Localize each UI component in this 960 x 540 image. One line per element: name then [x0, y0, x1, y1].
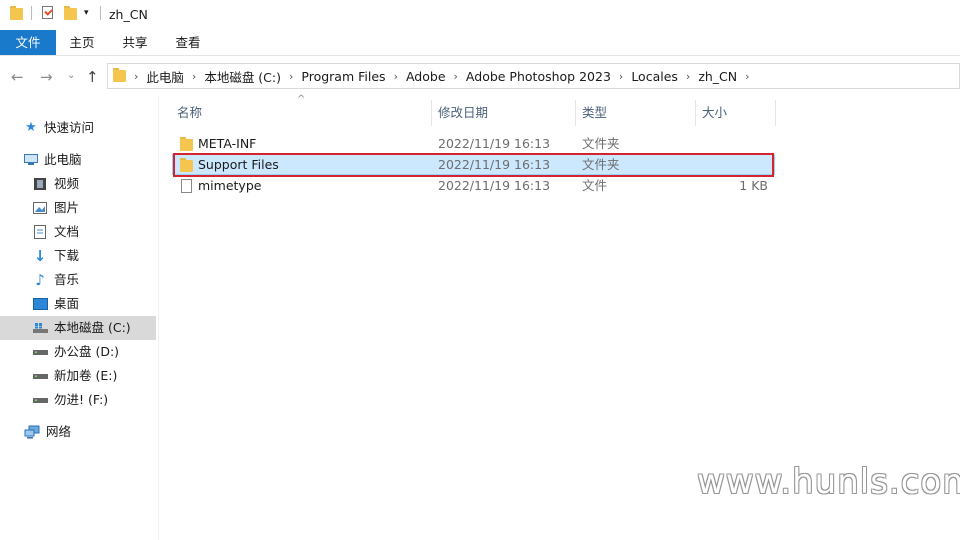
sidebar-item-drive-d[interactable]: 办公盘 (D:): [32, 340, 119, 364]
folder-icon: [113, 67, 126, 85]
column-divider[interactable]: [775, 100, 776, 126]
file-type: 文件夹: [582, 157, 620, 172]
chevron-right-icon[interactable]: ›: [745, 70, 749, 83]
sidebar-item-documents[interactable]: 文档: [32, 220, 79, 244]
column-header-size[interactable]: 大小: [696, 96, 775, 128]
file-row-mimetype[interactable]: mimetype 2022/11/19 16:13 文件 1 KB: [172, 175, 775, 196]
sidebar-item-drive-e[interactable]: 新加卷 (E:): [32, 364, 117, 388]
system-drive-icon: [32, 320, 48, 336]
breadcrumb-photoshop[interactable]: Adobe Photoshop 2023: [466, 69, 611, 84]
breadcrumb-program-files[interactable]: Program Files: [301, 69, 385, 84]
recent-locations-chevron-icon[interactable]: ⌄: [67, 70, 75, 81]
file-size: 1 KB: [739, 178, 768, 193]
sidebar-item-label: 办公盘 (D:): [54, 344, 120, 359]
drive-icon: [32, 368, 48, 384]
download-arrow-icon: ↓: [33, 247, 47, 265]
sidebar-item-label: 新加卷 (E:): [54, 368, 118, 383]
chevron-right-icon[interactable]: ›: [619, 70, 623, 83]
separator: [100, 6, 101, 20]
separator: [31, 6, 32, 20]
customize-toolbar-icon[interactable]: ▾: [84, 8, 89, 18]
navigation-pane: ★ 快速访问 此电脑 视频 图片 文档 ↓ 下载 ♪ 音乐 桌面 本地磁盘 (C…: [0, 96, 159, 540]
sidebar-item-network[interactable]: 网络: [24, 420, 71, 444]
sidebar-item-this-pc[interactable]: 此电脑: [24, 148, 82, 172]
chevron-right-icon[interactable]: ›: [454, 70, 458, 83]
sidebar-item-label: 勿进! (F:): [54, 392, 109, 407]
breadcrumb-local-disk[interactable]: 本地磁盘 (C:): [204, 67, 281, 86]
properties-icon[interactable]: [42, 6, 53, 19]
breadcrumb-locales[interactable]: Locales: [631, 69, 678, 84]
column-header-row: ^ 名称 修改日期 类型 大小: [158, 94, 960, 128]
sidebar-item-label: 网络: [46, 424, 72, 439]
address-bar[interactable]: › 此电脑 › 本地磁盘 (C:) › Program Files › Adob…: [107, 63, 960, 89]
sidebar-item-label: 桌面: [54, 296, 80, 311]
chevron-right-icon[interactable]: ›: [134, 70, 138, 83]
breadcrumb-zh-cn[interactable]: zh_CN: [698, 69, 737, 84]
sidebar-item-label: 此电脑: [44, 152, 82, 167]
new-folder-icon[interactable]: [64, 6, 77, 20]
tab-view[interactable]: 查看: [168, 30, 208, 55]
sidebar-item-music[interactable]: ♪ 音乐: [32, 268, 79, 292]
document-icon: [32, 224, 48, 240]
tab-file[interactable]: 文件: [0, 30, 56, 55]
column-header-name[interactable]: 名称: [171, 96, 431, 128]
sidebar-item-videos[interactable]: 视频: [32, 172, 79, 196]
desktop-icon: [32, 296, 48, 312]
film-icon: [32, 176, 48, 192]
sidebar-item-label: 视频: [54, 176, 80, 191]
window-title: zh_CN: [109, 7, 148, 22]
drive-icon: [32, 344, 48, 360]
sidebar-item-label: 文档: [54, 224, 80, 239]
file-date: 2022/11/19 16:13: [438, 157, 551, 172]
tab-home[interactable]: 主页: [62, 30, 102, 55]
file-name: mimetype: [198, 178, 262, 193]
file-row-meta-inf[interactable]: META-INF 2022/11/19 16:13 文件夹: [172, 133, 775, 154]
file-name: Support Files: [198, 157, 279, 172]
watermark: www.hunls.com: [697, 462, 960, 502]
sidebar-item-pictures[interactable]: 图片: [32, 196, 79, 220]
title-bar: ▾ zh_CN: [0, 0, 960, 30]
star-icon: ★: [25, 120, 37, 135]
sidebar-item-local-disk-c[interactable]: 本地磁盘 (C:): [0, 316, 156, 340]
forward-arrow-icon[interactable]: →: [40, 68, 53, 86]
picture-icon: [32, 200, 48, 216]
sidebar-item-desktop[interactable]: 桌面: [32, 292, 79, 316]
file-date: 2022/11/19 16:13: [438, 178, 551, 193]
file-type: 文件: [582, 178, 608, 193]
sidebar-item-label: 下载: [54, 248, 80, 263]
chevron-right-icon[interactable]: ›: [289, 70, 293, 83]
sidebar-item-label: 图片: [54, 200, 80, 215]
up-arrow-icon[interactable]: ↑: [86, 68, 99, 86]
file-name: META-INF: [198, 136, 257, 151]
music-note-icon: ♪: [35, 271, 45, 289]
column-header-date[interactable]: 修改日期: [432, 96, 575, 128]
breadcrumb-adobe[interactable]: Adobe: [406, 69, 446, 84]
breadcrumb-this-pc[interactable]: 此电脑: [146, 67, 184, 86]
file-row-support-files[interactable]: Support Files 2022/11/19 16:13 文件夹: [172, 154, 775, 175]
sidebar-item-quick-access[interactable]: ★ 快速访问: [24, 116, 94, 140]
column-header-type[interactable]: 类型: [576, 96, 695, 128]
tab-share[interactable]: 共享: [115, 30, 155, 55]
file-icon: [181, 178, 192, 199]
sidebar-item-label: 音乐: [54, 272, 80, 287]
chevron-right-icon[interactable]: ›: [686, 70, 690, 83]
back-arrow-icon[interactable]: ←: [11, 68, 24, 86]
folder-icon: [10, 6, 23, 20]
sidebar-item-label: 本地磁盘 (C:): [54, 320, 131, 335]
ribbon: 文件 主页 共享 查看: [0, 30, 960, 56]
computer-icon: [24, 152, 38, 168]
file-date: 2022/11/19 16:13: [438, 136, 551, 151]
file-type: 文件夹: [582, 136, 620, 151]
drive-icon: [32, 392, 48, 408]
sidebar-item-drive-f[interactable]: 勿进! (F:): [32, 388, 108, 412]
chevron-right-icon[interactable]: ›: [394, 70, 398, 83]
sidebar-item-label: 快速访问: [44, 120, 95, 135]
sidebar-item-downloads[interactable]: ↓ 下载: [32, 244, 79, 268]
network-icon: [24, 424, 40, 440]
chevron-right-icon[interactable]: ›: [192, 70, 196, 83]
